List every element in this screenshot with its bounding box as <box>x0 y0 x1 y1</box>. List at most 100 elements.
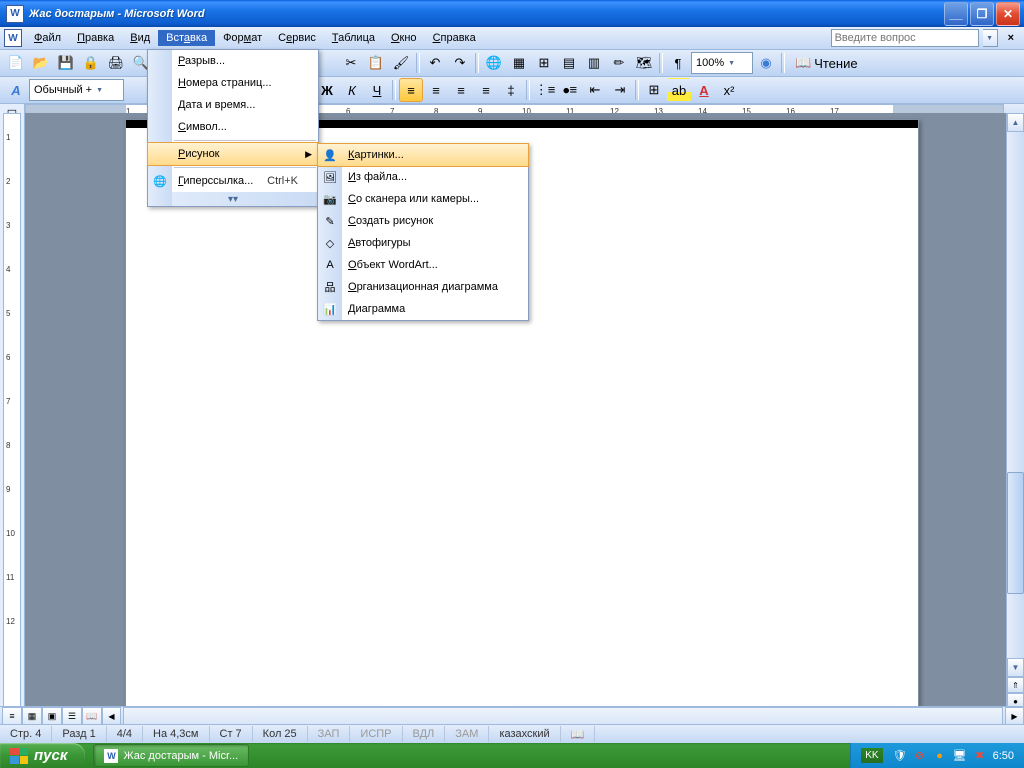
help-icon[interactable]: ◉ <box>754 51 778 75</box>
paste-icon[interactable]: 📋 <box>364 51 388 75</box>
tables-borders-icon[interactable]: ▦ <box>507 51 531 75</box>
font-color-icon[interactable]: A <box>692 78 716 102</box>
docmap-icon[interactable]: 🗺 <box>632 51 656 75</box>
read-mode-button[interactable]: 📖 Чтение <box>788 51 865 75</box>
picture-submenu-item[interactable]: 📊Диаграмма <box>318 298 528 320</box>
bullets-icon[interactable]: ⦁≡ <box>558 78 582 102</box>
insert-menu-item[interactable]: Номера страниц... <box>148 72 318 94</box>
highlight-icon[interactable]: ab <box>667 78 691 102</box>
tray-icon-1[interactable]: 🛡 <box>893 749 907 763</box>
prev-page-icon[interactable]: ⇑ <box>1007 677 1024 693</box>
format-painter-icon[interactable]: 🖌 <box>389 51 413 75</box>
outline-view-icon[interactable]: ☰ <box>62 707 82 725</box>
style-combo[interactable]: Обычный +▼ <box>29 79 124 101</box>
menu-insert[interactable]: Вставка <box>158 30 215 46</box>
insert-menu-item[interactable]: Разрыв... <box>148 50 318 72</box>
start-button[interactable]: пуск <box>0 743 85 768</box>
windows-flag-icon <box>10 748 28 764</box>
close-button[interactable]: ✕ <box>996 2 1020 26</box>
underline-icon[interactable]: Ч <box>365 78 389 102</box>
picture-submenu-item[interactable]: 品Организационная диаграмма <box>318 276 528 298</box>
excel-icon[interactable]: ▤ <box>557 51 581 75</box>
scroll-thumb[interactable] <box>1007 472 1024 594</box>
align-left-icon[interactable]: ≡ <box>399 78 423 102</box>
normal-view-icon[interactable]: ≡ <box>2 707 22 725</box>
menu-table[interactable]: Таблица <box>324 30 383 46</box>
columns-icon[interactable]: ▥ <box>582 51 606 75</box>
minimize-button[interactable]: __ <box>944 2 968 26</box>
help-dropdown-icon[interactable]: ▼ <box>983 29 998 47</box>
open-icon[interactable]: 📂 <box>29 51 53 75</box>
tray-icon-3[interactable]: ● <box>933 749 947 763</box>
picture-submenu-item[interactable]: 🖼Из файла... <box>318 166 528 188</box>
tray-icon-4[interactable]: 🖥 <box>953 749 967 763</box>
menu-view[interactable]: Вид <box>122 30 158 46</box>
print-view-icon[interactable]: ▣ <box>42 707 62 725</box>
help-search-input[interactable] <box>831 29 979 47</box>
status-ext[interactable]: ВДЛ <box>403 726 446 742</box>
status-lang[interactable]: казахский <box>489 726 560 742</box>
insert-menu-item[interactable]: Рисунок▶ <box>147 142 319 166</box>
insert-menu-item[interactable]: Символ... <box>148 116 318 138</box>
status-ovr[interactable]: ЗАМ <box>445 726 489 742</box>
menu-file[interactable]: Файл <box>26 30 69 46</box>
redo-icon[interactable]: ↷ <box>448 51 472 75</box>
menu-window[interactable]: Окно <box>383 30 425 46</box>
picture-submenu-item[interactable]: 📷Со сканера или камеры... <box>318 188 528 210</box>
scroll-left-icon[interactable]: ◀ <box>102 707 121 725</box>
permission-icon[interactable]: 🔒 <box>79 51 103 75</box>
vertical-ruler[interactable]: 123456789101112 <box>0 113 25 725</box>
zoom-combo[interactable]: 100%▼ <box>691 52 753 74</box>
scroll-up-icon[interactable]: ▲ <box>1007 113 1024 132</box>
doc-icon: W <box>4 29 22 47</box>
doc-close-button[interactable]: × <box>1002 32 1020 44</box>
hyperlink-icon[interactable]: 🌐 <box>482 51 506 75</box>
expand-menu-icon[interactable]: ▾▾ <box>148 192 318 206</box>
taskbar-word-button[interactable]: W Жас достарым - Micr... <box>93 744 249 767</box>
tray-icon-2[interactable]: ⊘ <box>913 749 927 763</box>
tray-clock[interactable]: 6:50 <box>993 750 1014 762</box>
menu-edit[interactable]: Правка <box>69 30 122 46</box>
line-spacing-icon[interactable]: ‡ <box>499 78 523 102</box>
insert-table-icon[interactable]: ⊞ <box>532 51 556 75</box>
menu-format[interactable]: Формат <box>215 30 270 46</box>
insert-menu-item[interactable]: 🌐Гиперссылка...Ctrl+K <box>148 170 318 192</box>
increase-indent-icon[interactable]: ⇥ <box>608 78 632 102</box>
new-doc-icon[interactable]: 📄 <box>4 51 28 75</box>
status-spell-icon[interactable]: 📖 <box>561 726 596 742</box>
language-indicator[interactable]: KK <box>861 748 882 763</box>
insert-menu-item[interactable]: Дата и время... <box>148 94 318 116</box>
reading-view-icon[interactable]: 📖 <box>82 707 102 725</box>
status-rec[interactable]: ЗАП <box>308 726 351 742</box>
justify-icon[interactable]: ≡ <box>474 78 498 102</box>
menu-tools[interactable]: Сервис <box>270 30 324 46</box>
status-trk[interactable]: ИСПР <box>350 726 402 742</box>
save-icon[interactable]: 💾 <box>54 51 78 75</box>
undo-icon[interactable]: ↶ <box>423 51 447 75</box>
picture-submenu-item[interactable]: ✎Создать рисунок <box>318 210 528 232</box>
picture-submenu-item[interactable]: 👤Картинки... <box>317 143 529 167</box>
styles-icon[interactable]: A <box>4 78 28 102</box>
cut-icon[interactable]: ✂ <box>339 51 363 75</box>
superscript-icon[interactable]: x² <box>717 78 741 102</box>
scroll-right-icon[interactable]: ▶ <box>1005 707 1024 725</box>
borders-icon[interactable]: ⊞ <box>642 78 666 102</box>
show-hide-icon[interactable]: ¶ <box>666 51 690 75</box>
scroll-down-icon[interactable]: ▼ <box>1007 658 1024 677</box>
tray-icon-5[interactable]: ✖ <box>973 749 987 763</box>
picture-submenu-item[interactable]: AОбъект WordArt... <box>318 254 528 276</box>
menu-help[interactable]: Справка <box>425 30 484 46</box>
drawing-icon[interactable]: ✏ <box>607 51 631 75</box>
system-tray: KK 🛡 ⊘ ● 🖥 ✖ 6:50 <box>850 743 1024 768</box>
align-right-icon[interactable]: ≡ <box>449 78 473 102</box>
italic-icon[interactable]: К <box>340 78 364 102</box>
horizontal-scroll-track[interactable] <box>123 707 1003 725</box>
align-center-icon[interactable]: ≡ <box>424 78 448 102</box>
web-view-icon[interactable]: ▦ <box>22 707 42 725</box>
print-icon[interactable]: 🖨 <box>104 51 128 75</box>
vertical-scrollbar[interactable]: ▲ ▼ ⇑ ● ⇓ <box>1006 113 1024 725</box>
maximize-button[interactable]: ❐ <box>970 2 994 26</box>
decrease-indent-icon[interactable]: ⇤ <box>583 78 607 102</box>
picture-submenu-item[interactable]: ◇Автофигуры <box>318 232 528 254</box>
numbering-icon[interactable]: ⋮≡ <box>533 78 557 102</box>
